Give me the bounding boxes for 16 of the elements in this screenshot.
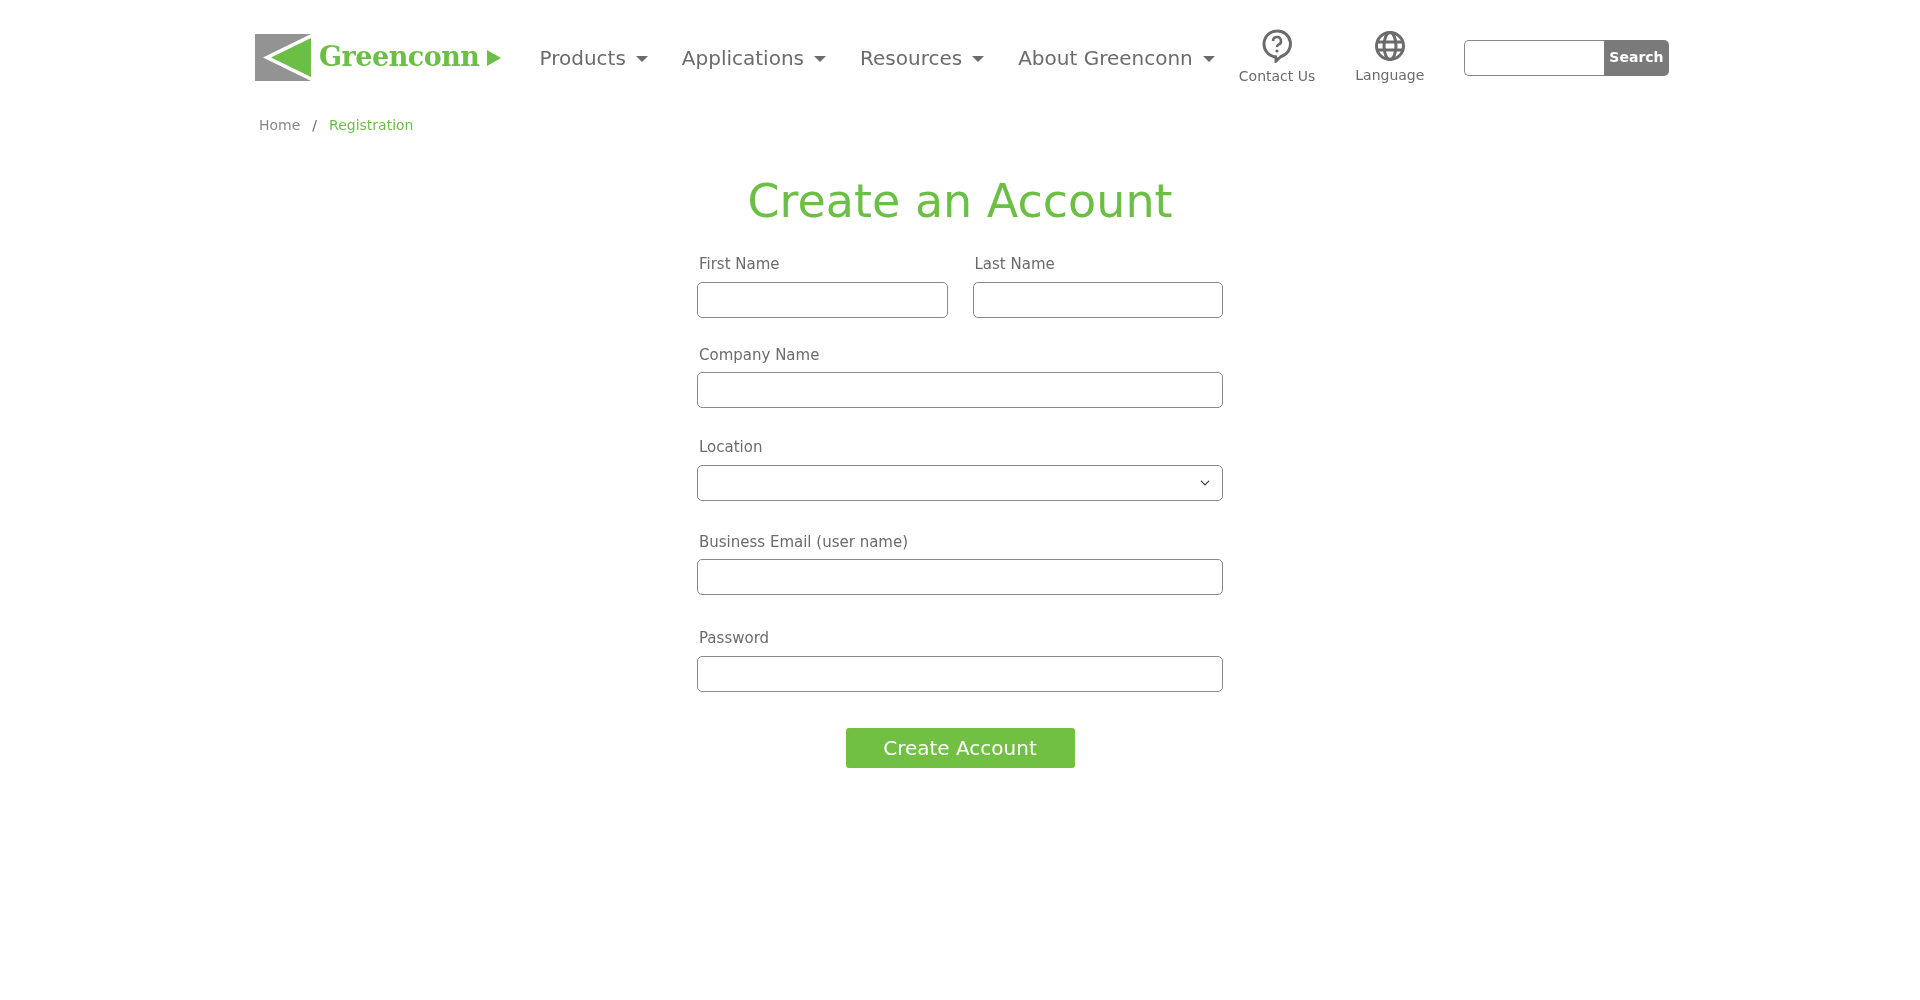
field-label: Password [699,628,771,650]
utility-link[interactable]: Language [1355,29,1425,86]
field-label: Company Name [699,344,821,366]
nav-menu[interactable]: Resources [860,42,985,73]
utility-link[interactable]: Contact Us [1238,28,1316,87]
nav-menu[interactable]: About Greenconn [1018,42,1215,73]
search-button[interactable]: Search [1604,39,1669,76]
field-label: Business Email (user name) [699,531,910,553]
breadcrumb-separator: / [312,116,318,135]
breadcrumb-link[interactable]: Home [259,115,301,136]
nav-menu[interactable]: Applications [681,42,826,73]
field-label: Last Name [974,254,1056,276]
field-label: First Name [699,254,781,276]
page-title: Create an Account [746,174,1174,230]
nav-menu[interactable]: Products [539,42,648,73]
field-label: Location [699,437,764,459]
